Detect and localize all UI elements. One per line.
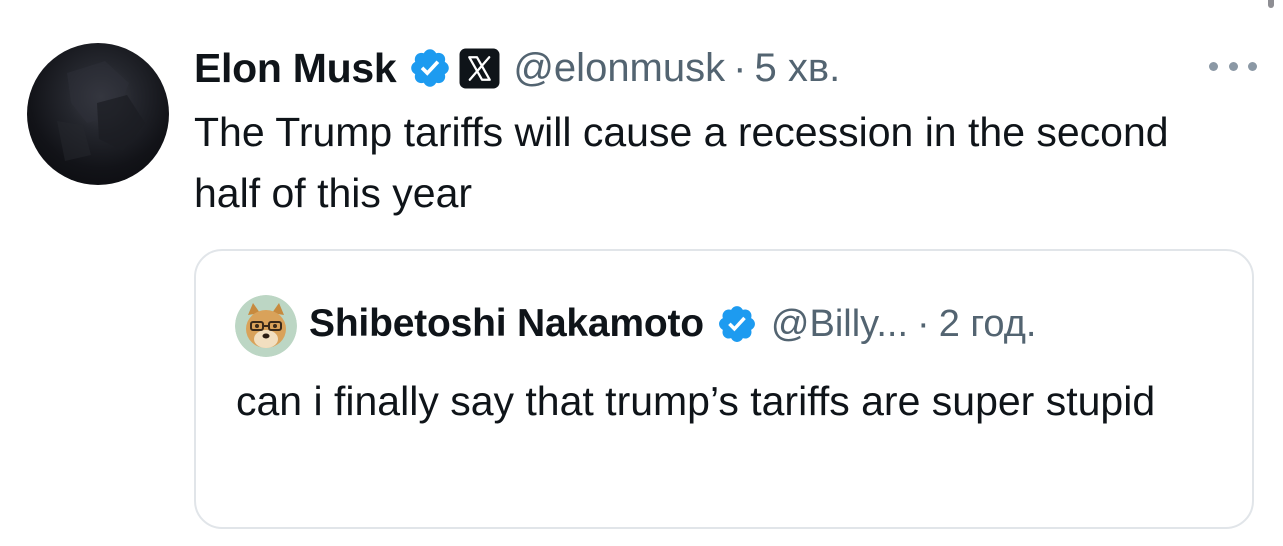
avatar-image [57,61,145,161]
author-name[interactable]: Elon Musk [194,45,397,92]
quoted-tweet-header: Shibetoshi Nakamoto @Billy... · 2 год. [309,296,1036,352]
author-handle[interactable]: @elonmusk [513,46,725,91]
quoted-tweet-text: can i finally say that trump’s tariffs a… [236,378,1156,424]
scrollbar-indicator[interactable] [1268,0,1274,8]
quoted-author-handle[interactable]: @Billy... [771,303,908,346]
quoted-author-avatar[interactable] [235,295,297,357]
author-avatar[interactable] [27,43,169,185]
verified-badge-icon[interactable] [408,46,452,90]
more-dot [1228,61,1238,71]
separator-dot: · [733,45,747,90]
quoted-tweet-card[interactable]: Shibetoshi Nakamoto @Billy... · 2 год. c… [194,249,1254,529]
tweet-header: Elon Musk @elonmusk · 5 хв. [194,38,840,98]
quoted-author-name[interactable]: Shibetoshi Nakamoto [309,302,704,346]
tweet-timestamp[interactable]: 5 хв. [754,46,840,91]
more-dot [1209,61,1218,71]
more-dot [1248,61,1257,71]
x-logo-icon[interactable] [459,48,500,89]
doge-avatar [235,295,297,357]
quoted-tweet-timestamp[interactable]: 2 год. [939,303,1037,346]
tweet-text: The Trump tariffs will cause a recession… [194,109,1169,216]
separator-dot: · [917,302,930,345]
more-options-icon[interactable] [1209,56,1257,76]
verified-badge-icon[interactable] [716,303,758,345]
